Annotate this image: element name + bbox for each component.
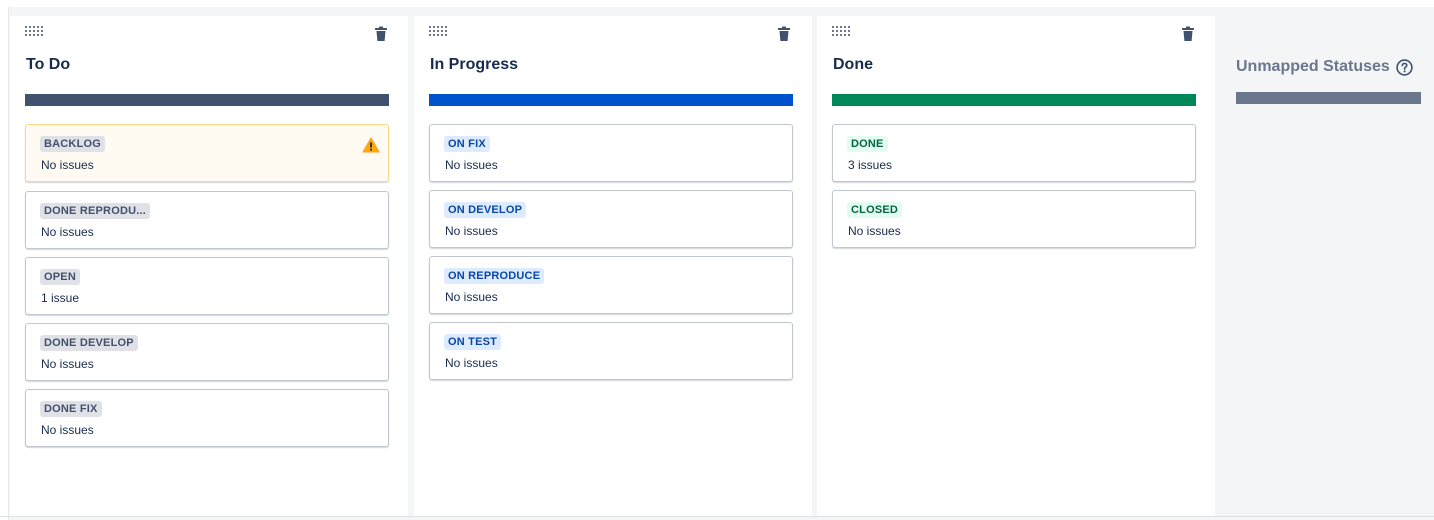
issue-count: No issues: [41, 158, 94, 172]
warning-icon: [362, 137, 380, 153]
drag-handle-icon[interactable]: [25, 26, 43, 36]
status-lozenge: DONE: [847, 136, 888, 152]
status-lozenge: ON TEST: [444, 334, 502, 350]
column-color-bar: [25, 94, 389, 106]
status-card-open[interactable]: OPEN 1 issue: [25, 257, 389, 315]
status-card-done-reproduce[interactable]: DONE REPRODU... No issues: [25, 191, 389, 249]
status-card-done-fix[interactable]: DONE FIX No issues: [25, 389, 389, 447]
trash-icon: [778, 26, 790, 41]
unmapped-statuses-header: Unmapped Statuses: [1236, 58, 1413, 76]
delete-column-button[interactable]: [1181, 26, 1195, 42]
issue-count: No issues: [445, 290, 498, 304]
status-lozenge: OPEN: [40, 269, 80, 285]
top-strip: [0, 0, 1434, 7]
status-lozenge: DONE FIX: [40, 401, 102, 417]
status-card-closed[interactable]: CLOSED No issues: [832, 190, 1196, 248]
status-lozenge: BACKLOG: [40, 136, 106, 152]
column-color-bar: [832, 94, 1196, 106]
status-lozenge: DONE DEVELOP: [40, 335, 138, 351]
trash-icon: [1182, 26, 1194, 41]
status-card-on-reproduce[interactable]: ON REPRODUCE No issues: [429, 256, 793, 314]
column-done: Done DONE 3 issues CLOSED No issues: [817, 16, 1215, 516]
status-lozenge: CLOSED: [847, 202, 903, 218]
status-card-on-test[interactable]: ON TEST No issues: [429, 322, 793, 380]
issue-count: No issues: [445, 224, 498, 238]
issue-count: No issues: [41, 225, 94, 239]
issue-count: No issues: [445, 158, 498, 172]
question-circle-icon[interactable]: [1396, 58, 1413, 76]
status-lozenge: DONE REPRODU...: [40, 203, 151, 219]
bottom-divider: [0, 516, 1434, 517]
column-in-progress: In Progress ON FIX No issues ON DEVELOP …: [414, 16, 812, 516]
status-card-on-develop[interactable]: ON DEVELOP No issues: [429, 190, 793, 248]
issue-count: No issues: [41, 357, 94, 371]
column-to-do: To Do BACKLOG No issues DONE REPRODU... …: [10, 16, 408, 516]
left-edge: [0, 7, 9, 520]
issue-count: No issues: [41, 423, 94, 437]
column-title[interactable]: To Do: [26, 56, 70, 74]
status-lozenge: ON DEVELOP: [444, 202, 527, 218]
status-card-done-develop[interactable]: DONE DEVELOP No issues: [25, 323, 389, 381]
column-title[interactable]: Done: [833, 56, 873, 74]
column-color-bar: [429, 94, 793, 106]
drag-handle-icon[interactable]: [429, 26, 447, 36]
status-lozenge: ON FIX: [444, 136, 490, 152]
column-title[interactable]: In Progress: [430, 56, 518, 74]
unmapped-statuses-title: Unmapped Statuses: [1236, 58, 1390, 75]
issue-count: 1 issue: [41, 291, 80, 305]
unmapped-color-bar: [1236, 92, 1421, 104]
trash-icon: [375, 26, 387, 41]
status-lozenge: ON REPRODUCE: [444, 268, 545, 284]
delete-column-button[interactable]: [777, 26, 791, 42]
drag-handle-icon[interactable]: [832, 26, 850, 36]
issue-count: 3 issues: [848, 158, 893, 172]
status-card-done[interactable]: DONE 3 issues: [832, 124, 1196, 182]
issue-count: No issues: [848, 224, 901, 238]
delete-column-button[interactable]: [374, 26, 388, 42]
status-card-backlog[interactable]: BACKLOG No issues: [25, 124, 389, 182]
issue-count: No issues: [445, 356, 498, 370]
status-card-on-fix[interactable]: ON FIX No issues: [429, 124, 793, 182]
